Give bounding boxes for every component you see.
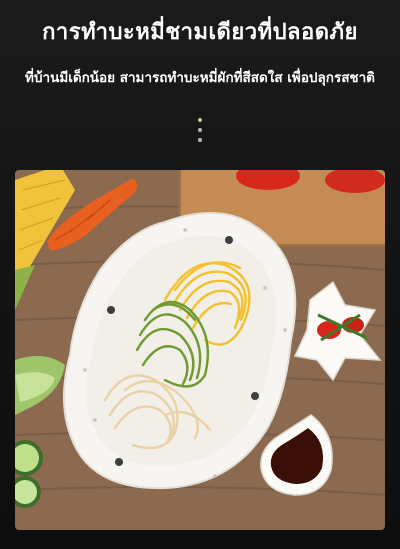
- carousel-indicator: [196, 118, 204, 154]
- indicator-dot: [198, 138, 202, 142]
- indicator-dot: [198, 128, 202, 132]
- indicator-dot: [198, 118, 202, 122]
- page-title: การทำบะหมี่ชามเดียวที่ปลอดภัย: [42, 20, 358, 45]
- page-subtitle: ที่บ้านมีเด็กน้อย สามารถทำบะหมี่ผักที่สี…: [25, 70, 375, 86]
- food-photo-illustration: [15, 170, 385, 530]
- food-photo: [15, 170, 385, 530]
